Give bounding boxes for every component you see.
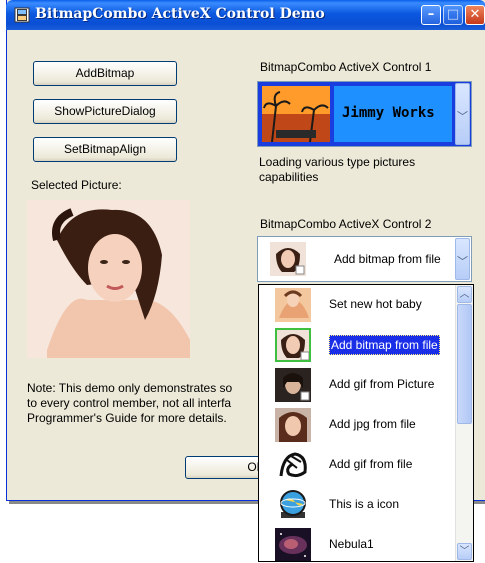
minimize-button[interactable]: – (421, 5, 441, 25)
minimize-icon: – (427, 7, 435, 22)
globe-icon (275, 488, 311, 522)
chevron-up-icon: ︿ (459, 289, 470, 300)
maximize-icon: □ (446, 7, 460, 22)
list-item[interactable]: Add gif from file (259, 445, 457, 485)
combo1-dropdown-button[interactable]: ﹀ (455, 83, 470, 145)
control1-description-line1: Loading various type pictures (259, 155, 416, 169)
control2-label: BitmapCombo ActiveX Control 2 (260, 217, 432, 231)
scroll-down-button[interactable]: ﹀ (457, 543, 472, 560)
combo2-dropdown-list[interactable]: Set new hot baby Add bitmap from file Ad… (258, 284, 474, 562)
list-item[interactable]: This is a icon (259, 485, 457, 525)
scroll-thumb[interactable] (457, 304, 472, 424)
selected-picture-label: Selected Picture: (31, 178, 122, 192)
list-item-label: Add bitmap from file (329, 335, 440, 355)
portrait-icon (275, 328, 311, 362)
add-bitmap-button[interactable]: AddBitmap (33, 61, 177, 86)
palm-sunset-icon (262, 86, 330, 143)
close-icon: ✕ (469, 7, 481, 22)
note-line2: to every control member, not all interfa (27, 396, 232, 410)
list-item[interactable]: Add jpg from file (259, 405, 457, 445)
combo2-dropdown-button[interactable]: ﹀ (455, 238, 470, 280)
title-bar[interactable]: BitmapCombo ActiveX Control Demo – □ ✕ (6, 0, 485, 30)
chevron-down-icon: ﹀ (457, 110, 468, 123)
list-item[interactable]: Nebula1 (259, 525, 457, 561)
list-item-label: Nebula1 (329, 537, 374, 551)
portrait-icon (275, 408, 311, 442)
portrait-icon (270, 242, 306, 276)
nebula-icon (275, 528, 311, 561)
scroll-up-button[interactable]: ︿ (457, 286, 472, 303)
dropdown-scrollbar[interactable]: ︿ ﹀ (455, 285, 473, 561)
bitmap-combo-2[interactable]: Add bitmap from file ﹀ (257, 236, 472, 282)
list-item[interactable]: Set new hot baby (259, 285, 457, 325)
selected-picture (27, 200, 190, 358)
list-item-label: Set new hot baby (329, 297, 422, 311)
close-button[interactable]: ✕ (465, 5, 485, 25)
set-bitmap-align-button[interactable]: SetBitmapAlign (33, 137, 177, 162)
list-item[interactable]: Add gif from Picture (259, 365, 457, 405)
control1-description-line2: capabilities (259, 170, 319, 184)
portrait-icon (275, 368, 311, 402)
portrait-icon (275, 288, 311, 322)
sketch-icon (275, 448, 311, 482)
note-line1: Note: This demo only demonstrates so (27, 381, 233, 395)
list-item-label: Add jpg from file (329, 417, 416, 431)
chevron-down-icon: ﹀ (459, 546, 470, 557)
list-item[interactable]: Add bitmap from file (259, 325, 457, 365)
combo1-selected-text: Jimmy Works (342, 105, 435, 121)
film-icon (14, 7, 30, 23)
list-item-label: Add gif from Picture (329, 377, 435, 391)
show-picture-dialog-button[interactable]: ShowPictureDialog (33, 99, 177, 124)
window-title: BitmapCombo ActiveX Control Demo (35, 6, 325, 22)
list-item-label: Add gif from file (329, 457, 413, 471)
control1-label: BitmapCombo ActiveX Control 1 (260, 60, 432, 74)
combo2-selected-text: Add bitmap from file (334, 252, 441, 266)
note-line3: Programmer's Guide for more details. (27, 411, 227, 425)
list-item-label: This is a icon (329, 497, 400, 511)
chevron-down-icon: ﹀ (457, 255, 468, 268)
maximize-button[interactable]: □ (443, 5, 463, 25)
bitmap-combo-1[interactable]: Jimmy Works ﹀ (257, 81, 472, 147)
